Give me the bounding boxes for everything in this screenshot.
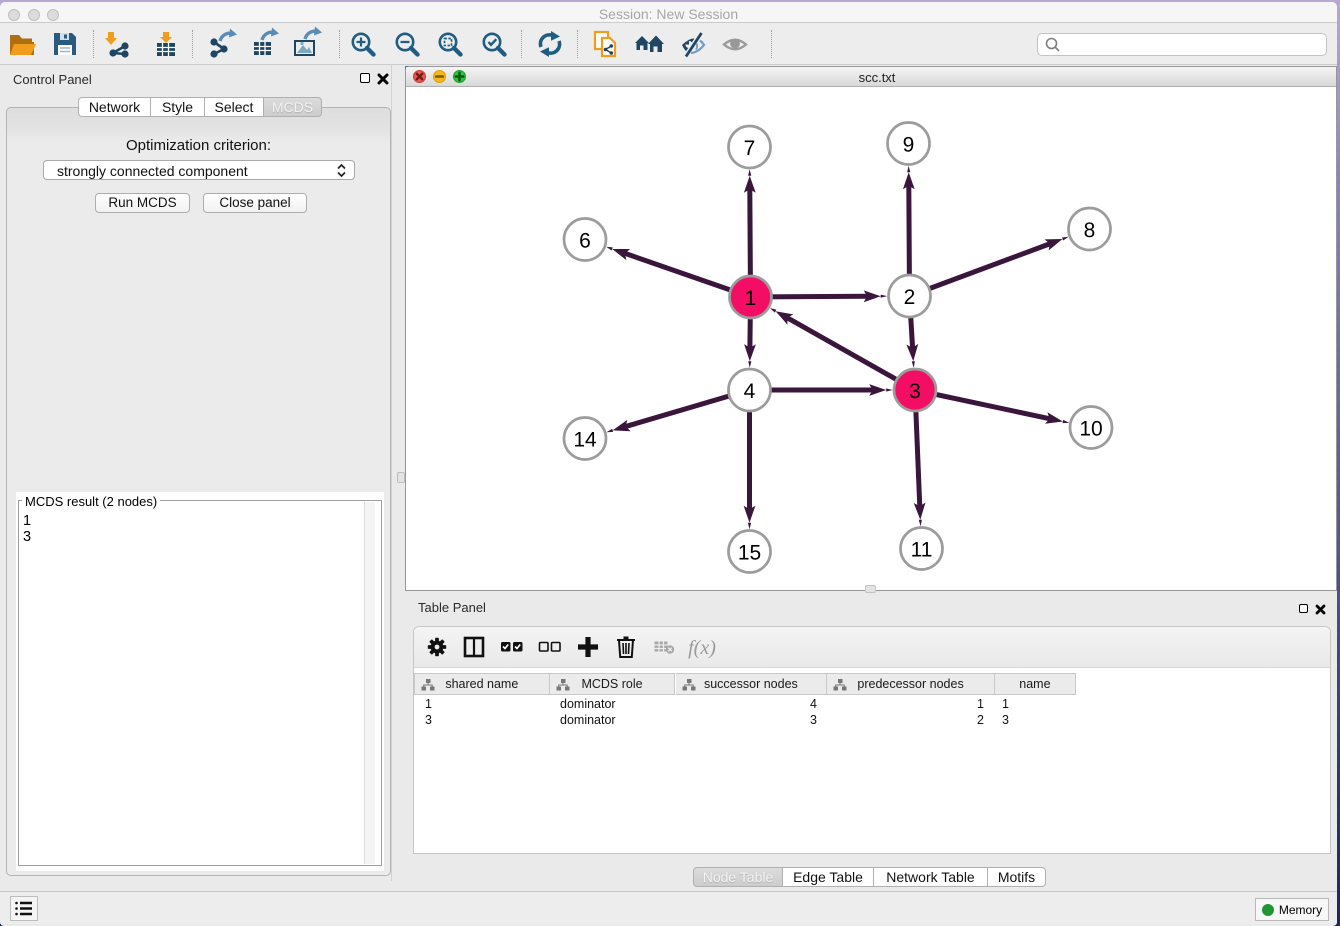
- svg-text:2: 2: [904, 286, 916, 309]
- svg-text:f(x): f(x): [688, 637, 716, 659]
- svg-text:11: 11: [911, 538, 933, 561]
- svg-text:8: 8: [1084, 219, 1096, 242]
- svg-text:14: 14: [573, 428, 597, 451]
- svg-text:6: 6: [579, 229, 591, 252]
- svg-text:10: 10: [1079, 417, 1102, 440]
- svg-text:1: 1: [745, 287, 757, 310]
- svg-text:4: 4: [744, 380, 756, 403]
- svg-text:9: 9: [903, 133, 915, 156]
- svg-text:7: 7: [744, 137, 756, 160]
- svg-text:15: 15: [738, 541, 761, 564]
- svg-text:3: 3: [909, 380, 921, 403]
